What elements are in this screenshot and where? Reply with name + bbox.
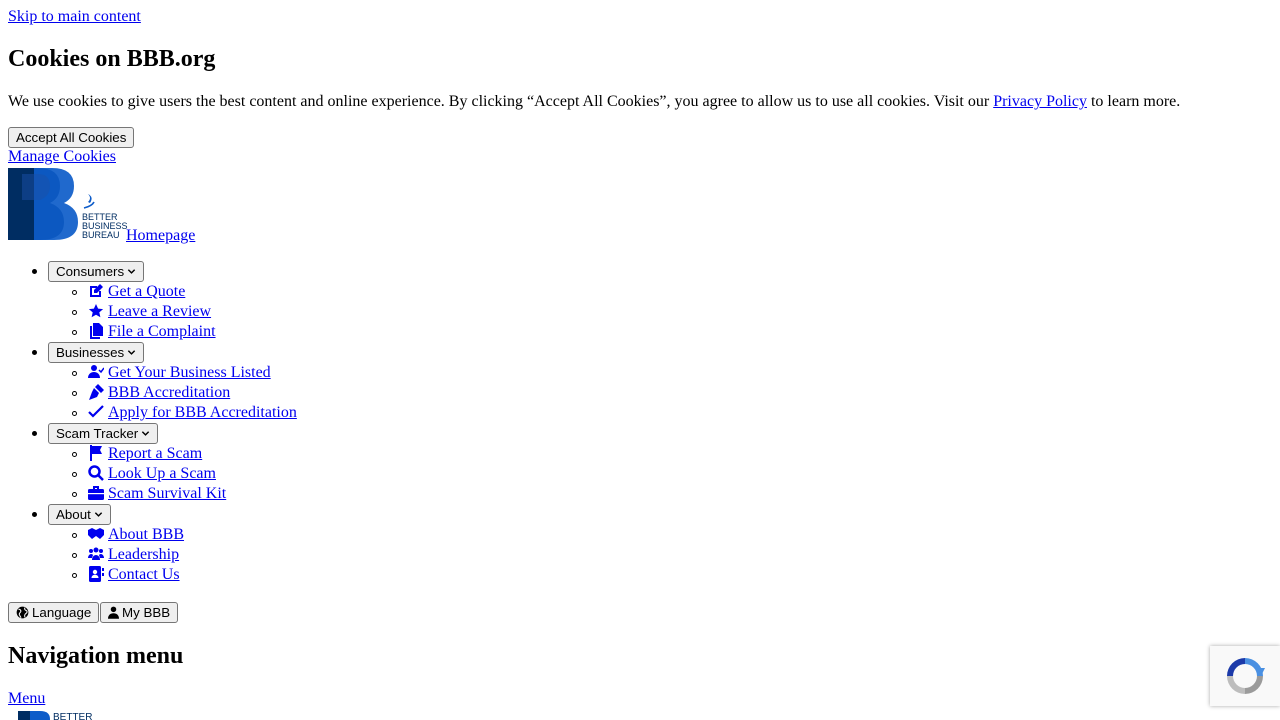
about-label: About	[56, 507, 91, 522]
navigation-menu-heading: Navigation menu	[8, 643, 184, 669]
consumers-label: Consumers	[56, 264, 125, 279]
report-a-scam-label: Report a Scam	[108, 445, 203, 462]
nav-bullet	[32, 431, 37, 436]
recaptcha-icon	[1227, 658, 1265, 694]
manage-cookies-link[interactable]: Manage Cookies	[8, 148, 116, 166]
sub-bullet	[72, 330, 77, 335]
cookie-text-before: We use cookies to give users the best co…	[8, 93, 994, 110]
businesses-label: Businesses	[56, 345, 125, 360]
pen-nib-icon	[89, 384, 104, 400]
sub-bullet	[72, 371, 77, 376]
sub-bullet	[72, 573, 77, 578]
look-up-a-scam-link[interactable]: Look Up a Scam	[88, 465, 216, 483]
bbb-logo-small: BETTER	[18, 711, 92, 720]
nav-bullet	[32, 512, 37, 517]
sub-bullet	[72, 290, 77, 295]
users-icon	[88, 547, 104, 560]
consumers-dropdown-button[interactable]: Consumers	[48, 261, 145, 282]
look-up-a-scam-label: Look Up a Scam	[108, 465, 216, 482]
leave-a-review-label: Leave a Review	[108, 303, 212, 320]
pen-to-square-icon	[90, 284, 103, 297]
sub-bullet	[72, 472, 77, 477]
cookie-heading: Cookies on BBB.org	[8, 46, 216, 72]
skip-to-main-link[interactable]: Skip to main content	[8, 8, 141, 26]
check-icon	[88, 405, 104, 418]
cookie-text: We use cookies to give users the best co…	[8, 93, 1180, 111]
get-your-business-listed-link[interactable]: Get Your Business Listed	[88, 364, 271, 382]
chevron-down-icon	[127, 269, 136, 274]
sub-bullet	[72, 452, 77, 457]
chevron-down-icon	[128, 350, 136, 355]
contact-us-link[interactable]: Contact Us	[88, 566, 180, 584]
get-a-quote-label: Get a Quote	[108, 283, 186, 300]
star-icon	[88, 304, 104, 318]
scam-tracker-dropdown-button[interactable]: Scam Tracker	[48, 423, 159, 444]
scam-survival-kit-link[interactable]: Scam Survival Kit	[88, 485, 226, 503]
businesses-dropdown-button[interactable]: Businesses	[48, 342, 145, 363]
bbb-accreditation-link[interactable]: BBB Accreditation	[88, 384, 230, 402]
apply-for-accreditation-label: Apply for BBB Accreditation	[108, 404, 297, 421]
bbb-logo: BETTER BUSINESS BUREAU	[8, 168, 128, 240]
sub-bullet	[72, 533, 77, 538]
bbb-accreditation-label: BBB Accreditation	[108, 384, 231, 401]
about-dropdown-button[interactable]: About	[48, 504, 111, 525]
cookie-text-after: to learn more.	[1086, 93, 1181, 110]
contact-us-label: Contact Us	[108, 566, 180, 583]
copy-icon	[90, 323, 103, 339]
address-book-icon	[89, 566, 104, 582]
my-bbb-label: My BBB	[122, 605, 171, 620]
accept-all-cookies-label: Accept All Cookies	[16, 130, 127, 145]
user-check-icon	[88, 365, 104, 378]
about-bbb-label: About BBB	[108, 526, 185, 543]
user-icon	[108, 606, 119, 619]
logo-line-bureau: BUREAU	[82, 230, 120, 240]
chevron-down-icon	[142, 431, 150, 436]
file-a-complaint-link[interactable]: File a Complaint	[88, 323, 216, 341]
apply-for-accreditation-link[interactable]: Apply for BBB Accreditation	[88, 404, 297, 422]
privacy-policy-link[interactable]: Privacy Policy	[993, 93, 1087, 110]
scam-survival-kit-label: Scam Survival Kit	[108, 485, 227, 502]
file-a-complaint-label: File a Complaint	[108, 323, 216, 340]
get-a-quote-link[interactable]: Get a Quote	[88, 283, 185, 301]
sub-bullet	[72, 553, 77, 558]
get-your-business-listed-label: Get Your Business Listed	[108, 364, 271, 381]
language-button[interactable]: Language	[8, 602, 100, 623]
my-bbb-button[interactable]: My BBB	[100, 602, 179, 623]
leadership-label: Leadership	[108, 546, 180, 563]
recaptcha-badge[interactable]	[1210, 646, 1280, 706]
bottom-logo-text: BETTER	[53, 712, 92, 720]
bottom-bbb-logo: BETTER	[18, 709, 108, 720]
scam-tracker-label: Scam Tracker	[56, 426, 139, 441]
menu-link[interactable]: Menu	[8, 690, 45, 708]
chevron-down-icon	[94, 512, 103, 517]
nav-bullet	[32, 350, 37, 355]
sub-bullet	[72, 492, 77, 497]
leave-a-review-link[interactable]: Leave a Review	[88, 303, 211, 321]
sub-bullet	[72, 310, 77, 315]
magnifying-glass-icon	[88, 465, 104, 481]
bbb-homepage-link[interactable]: BETTER BUSINESS BUREAU	[8, 168, 128, 240]
sub-bullet	[72, 391, 77, 396]
sub-bullet	[72, 411, 77, 416]
report-a-scam-link[interactable]: Report a Scam	[88, 445, 202, 463]
globe-icon	[16, 606, 29, 619]
briefcase-icon	[88, 486, 104, 500]
homepage-link-text[interactable]: Homepage	[126, 227, 195, 245]
about-bbb-link[interactable]: About BBB	[88, 526, 184, 544]
accept-all-cookies-button[interactable]: Accept All Cookies	[8, 127, 135, 148]
leadership-link[interactable]: Leadership	[88, 546, 179, 564]
flag-icon	[90, 445, 102, 461]
handshake-icon	[88, 528, 104, 539]
language-label: Language	[32, 605, 92, 620]
nav-bullet	[32, 269, 37, 274]
